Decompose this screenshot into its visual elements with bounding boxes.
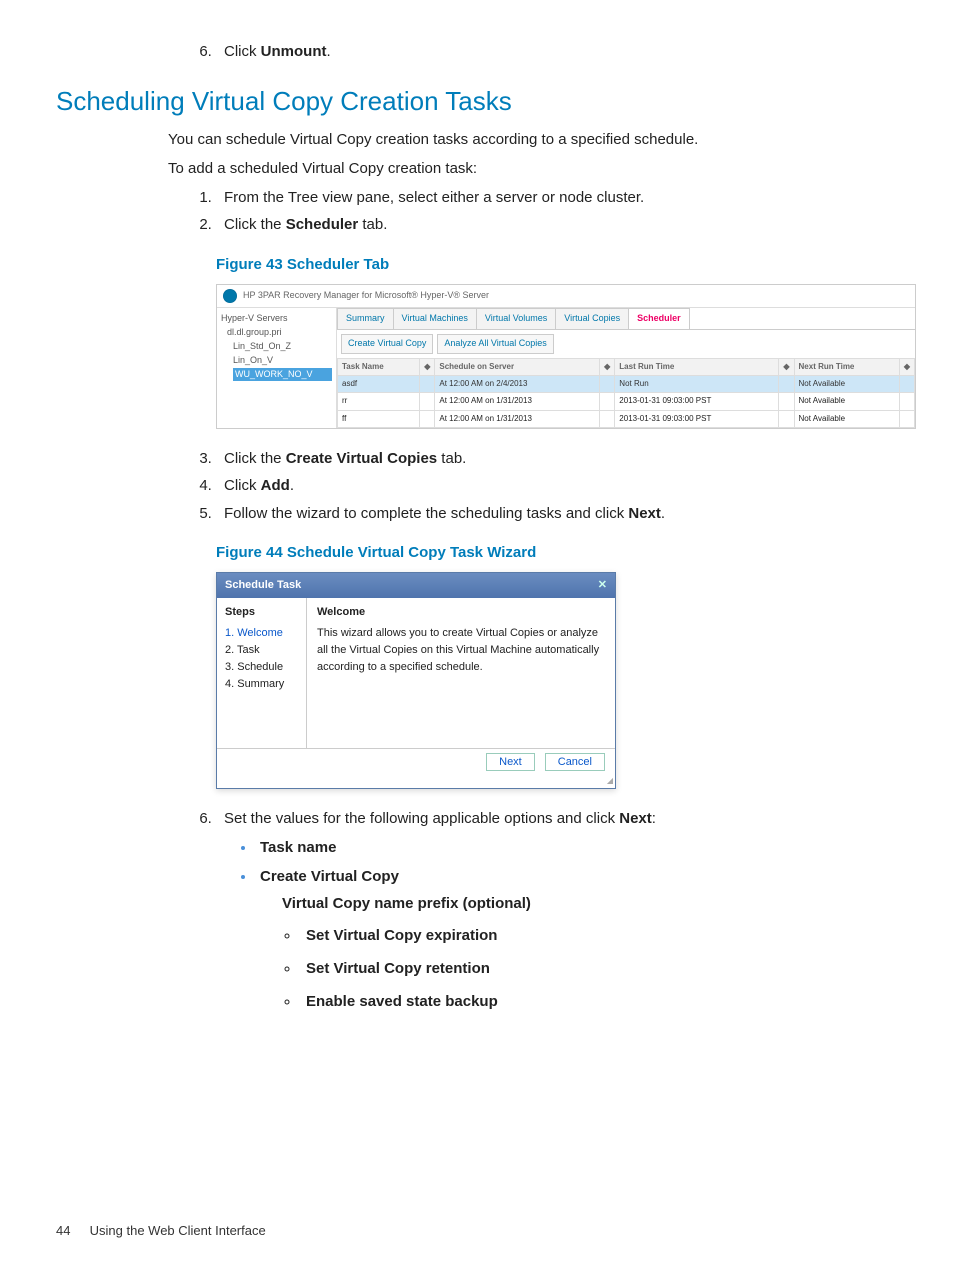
steps-list-b: Click the Create Virtual Copies tab. Cli… [56,447,898,525]
section-title: Scheduling Virtual Copy Creation Tasks [56,81,898,121]
tree-group[interactable]: dl.dl.group.pri [221,326,332,340]
opt-retention: Set Virtual Copy retention [300,957,898,980]
pre-section-list: Click Unmount. [56,40,898,63]
dialog-footer: Next Cancel [217,748,615,775]
tab-vmachines[interactable]: Virtual Machines [393,308,477,329]
tab-summary[interactable]: Summary [337,308,394,329]
page-footer: 44 Using the Web Client Interface [56,1221,266,1241]
table-row[interactable]: asdf At 12:00 AM on 2/4/2013 Not Run Not… [338,376,915,393]
next-button[interactable]: Next [486,753,535,771]
wizard-step-task[interactable]: 2. Task [225,642,298,659]
dialog-title: Schedule Task [225,577,301,594]
step-5: Follow the wizard to complete the schedu… [216,502,898,525]
analyze-all-button[interactable]: Analyze All Virtual Copies [437,334,553,354]
step-unmount: Click Unmount. [216,40,898,63]
table-row[interactable]: ff At 12:00 AM on 1/31/2013 2013-01-31 0… [338,410,915,427]
steps-heading: Steps [225,604,298,621]
tab-vcopies[interactable]: Virtual Copies [555,308,629,329]
step-6: Set the values for the following applica… [216,807,898,830]
tree-item-selected[interactable]: WU_WORK_NO_V [233,368,332,382]
close-icon[interactable]: ✕ [598,577,607,594]
welcome-text: This wizard allows you to create Virtual… [317,625,605,676]
step-4: Click Add. [216,474,898,497]
figure-43-caption: Figure 43 Scheduler Tab [56,253,898,276]
tab-scheduler[interactable]: Scheduler [628,308,690,329]
col-last-run[interactable]: Last Run Time [615,358,779,375]
wizard-step-summary[interactable]: 4. Summary [225,676,298,693]
wizard-step-welcome[interactable]: 1. Welcome [225,625,298,642]
opt-create-vc: Create Virtual Copy Virtual Copy name pr… [256,865,898,1013]
tree-item[interactable]: Lin_On_V [221,354,332,368]
figure-43: HP 3PAR Recovery Manager for Microsoft® … [216,284,916,429]
col-sort-icon[interactable]: ◆ [420,358,435,375]
opt-expiration: Set Virtual Copy expiration [300,924,898,947]
tab-vvolumes[interactable]: Virtual Volumes [476,308,556,329]
content-pane: Summary Virtual Machines Virtual Volumes… [337,308,915,428]
col-sort-icon[interactable]: ◆ [600,358,615,375]
wizard-content-pane: Welcome This wizard allows you to create… [307,598,615,748]
col-sort-icon[interactable]: ◆ [779,358,794,375]
steps-list-a: From the Tree view pane, select either a… [56,186,898,237]
task-table: Task Name ◆ Schedule on Server ◆ Last Ru… [337,358,915,429]
step-3: Click the Create Virtual Copies tab. [216,447,898,470]
col-task-name[interactable]: Task Name [338,358,420,375]
opt-task-name: Task name [256,836,898,859]
hp-logo-icon [223,289,237,303]
step-1: From the Tree view pane, select either a… [216,186,898,209]
sub-options-list: Set Virtual Copy expiration Set Virtual … [260,924,898,1014]
cancel-button[interactable]: Cancel [545,753,605,771]
app-header: HP 3PAR Recovery Manager for Microsoft® … [217,285,915,308]
toolbar: Create Virtual Copy Analyze All Virtual … [337,330,915,358]
dialog-titlebar[interactable]: Schedule Task ✕ [217,573,615,598]
col-next-run[interactable]: Next Run Time [794,358,899,375]
figure-44-dialog: Schedule Task ✕ Steps 1. Welcome 2. Task… [216,572,616,788]
app-title: HP 3PAR Recovery Manager for Microsoft® … [243,289,489,303]
figure-44-caption: Figure 44 Schedule Virtual Copy Task Wiz… [56,541,898,564]
col-schedule[interactable]: Schedule on Server [435,358,600,375]
tab-bar: Summary Virtual Machines Virtual Volumes… [337,308,915,330]
tree-root[interactable]: Hyper-V Servers [221,312,332,326]
step-2: Click the Scheduler tab. [216,213,898,236]
steps-list-c: Set the values for the following applica… [56,807,898,830]
opt-prefix: Virtual Copy name prefix (optional) [282,892,898,915]
table-row[interactable]: rr At 12:00 AM on 1/31/2013 2013-01-31 0… [338,393,915,410]
intro-para-2: To add a scheduled Virtual Copy creation… [56,157,898,180]
footer-text: Using the Web Client Interface [90,1223,266,1238]
page-number: 44 [56,1221,86,1241]
welcome-heading: Welcome [317,604,605,621]
options-list: Task name Create Virtual Copy Virtual Co… [56,836,898,1014]
create-virtual-copy-button[interactable]: Create Virtual Copy [341,334,433,354]
wizard-steps-pane: Steps 1. Welcome 2. Task 3. Schedule 4. … [217,598,307,748]
wizard-step-schedule[interactable]: 3. Schedule [225,659,298,676]
opt-saved-state: Enable saved state backup [300,990,898,1013]
intro-para-1: You can schedule Virtual Copy creation t… [56,128,898,151]
tree-item[interactable]: Lin_Std_On_Z [221,340,332,354]
tree-pane[interactable]: Hyper-V Servers dl.dl.group.pri Lin_Std_… [217,308,337,428]
resize-grip-icon[interactable]: ◢ [217,775,615,787]
col-sort-icon[interactable]: ◆ [899,358,914,375]
